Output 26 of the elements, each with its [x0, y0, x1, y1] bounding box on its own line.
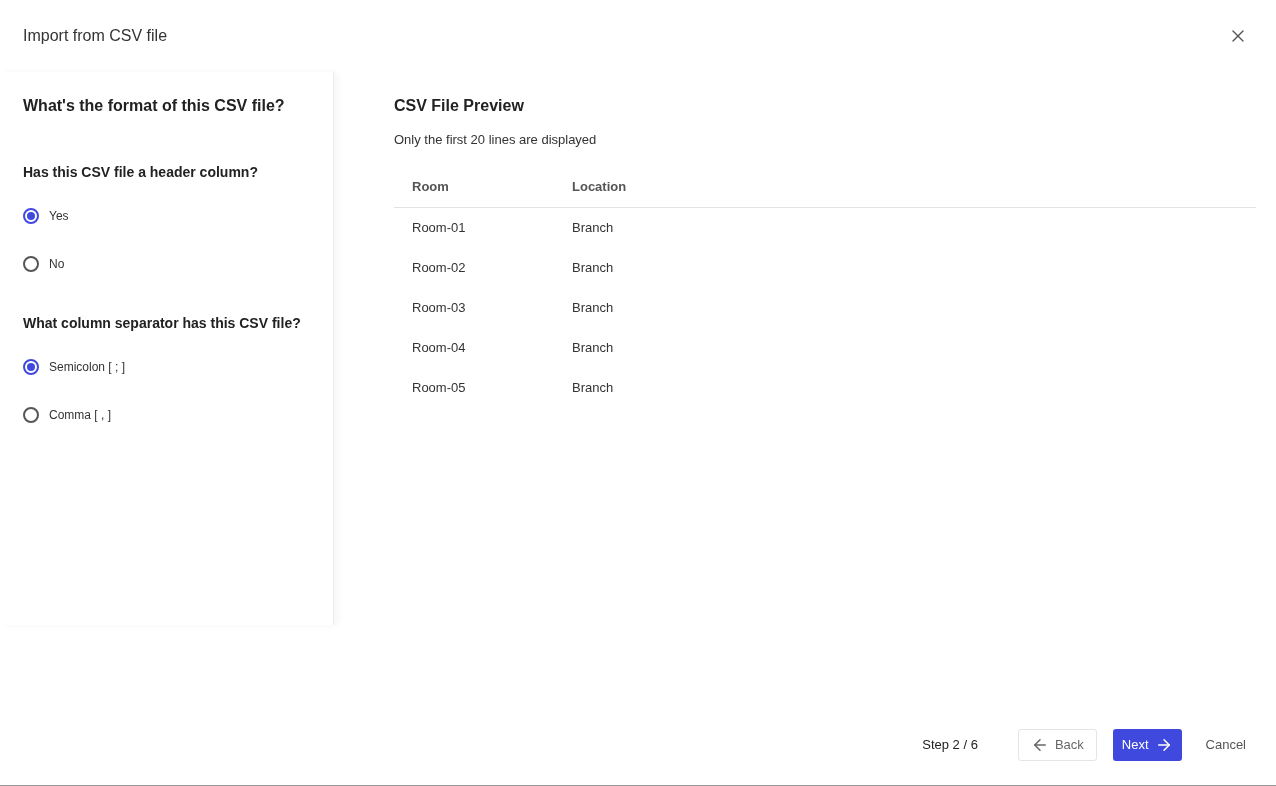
- table-cell: Branch: [572, 379, 614, 395]
- radio-option[interactable]: Yes: [23, 207, 69, 225]
- table-cell: Room-01: [412, 219, 466, 235]
- question-label: Has this CSV file a header column?: [23, 163, 259, 182]
- panel-heading: What's the format of this CSV file?: [23, 96, 286, 116]
- question-label: What column separator has this CSV file?: [23, 314, 302, 333]
- cancel-button[interactable]: Cancel: [1205, 735, 1246, 755]
- preview-heading: CSV File Preview: [394, 96, 524, 116]
- column-header: Room: [412, 179, 449, 195]
- radio-option[interactable]: No: [23, 255, 65, 273]
- table-cell: Branch: [572, 299, 614, 315]
- step-indicator: Step 2 / 6: [922, 736, 978, 755]
- table-cell: Room-05: [412, 379, 466, 395]
- dialog-title: Import from CSV file: [23, 26, 168, 46]
- back-button[interactable]: Back: [1017, 729, 1097, 761]
- column-header: Location: [572, 179, 627, 195]
- radio-option[interactable]: Semicolon [ ; ]: [23, 358, 126, 376]
- next-button[interactable]: Next: [1112, 729, 1182, 761]
- table-cell: Room-04: [412, 339, 466, 355]
- table-cell: Branch: [572, 219, 614, 235]
- table-cell: Room-02: [412, 259, 466, 275]
- table-cell: Branch: [572, 259, 614, 275]
- preview-subtitle: Only the first 20 lines are displayed: [394, 131, 597, 149]
- table-cell: Room-03: [412, 299, 466, 315]
- radio-option[interactable]: Comma [ , ]: [23, 406, 111, 424]
- table-cell: Branch: [572, 339, 614, 355]
